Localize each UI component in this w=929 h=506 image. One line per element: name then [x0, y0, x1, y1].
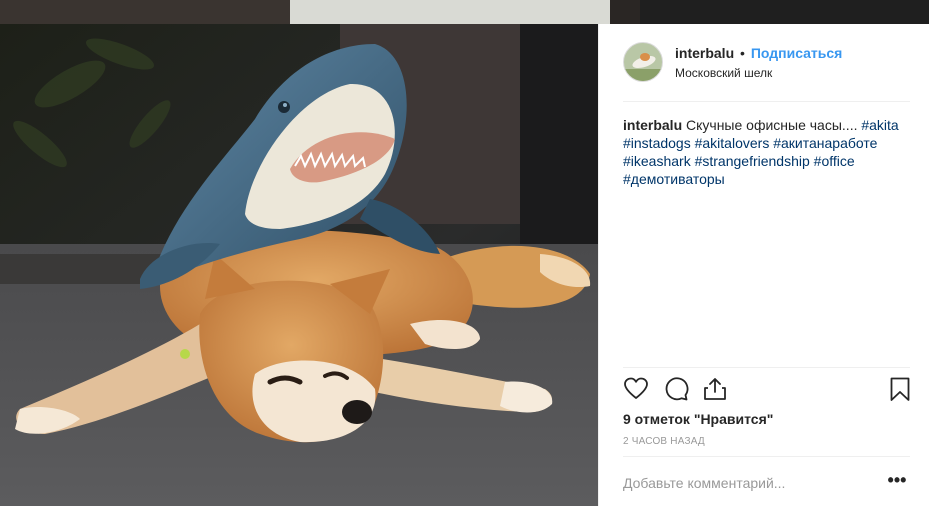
location-link[interactable]: Московский шелк	[675, 66, 772, 80]
feed-thumbnail	[290, 0, 610, 24]
likes-count[interactable]: 9 отметок "Нравится"	[623, 411, 773, 427]
share-icon	[704, 378, 726, 400]
header-line: interbalu • Подписаться	[675, 45, 842, 61]
share-button[interactable]	[702, 376, 728, 402]
feed-thumbnail	[0, 0, 290, 24]
post-photo	[0, 24, 598, 506]
comment-icon	[665, 377, 689, 401]
feed-top-strip	[0, 0, 929, 24]
hashtag-link[interactable]: #strangefriendship	[695, 153, 810, 169]
comment-button[interactable]	[663, 376, 689, 402]
avatar-background	[624, 69, 662, 81]
hashtag-link[interactable]: #демотиваторы	[623, 171, 725, 187]
hashtag-link[interactable]: #akitalovers	[695, 135, 770, 151]
username-link[interactable]: interbalu	[675, 45, 734, 61]
bookmark-icon	[890, 377, 910, 401]
heart-icon	[624, 377, 648, 399]
avatar-dog-head	[640, 53, 650, 61]
comment-bar: •••	[623, 456, 910, 506]
post-header: interbalu • Подписаться Московский шелк	[623, 42, 910, 102]
more-options-button[interactable]: •••	[885, 471, 909, 495]
post-dialog: interbalu • Подписаться Московский шелк …	[0, 24, 929, 506]
post-side-panel: interbalu • Подписаться Московский шелк …	[598, 24, 929, 506]
caption-username[interactable]: interbalu	[623, 117, 682, 133]
feed-thumbnail	[640, 0, 929, 24]
like-button[interactable]	[623, 376, 649, 402]
hashtag-link[interactable]: #акитанаработе	[773, 135, 877, 151]
post-timestamp[interactable]: 2 часов назад	[623, 436, 705, 447]
avatar[interactable]	[623, 42, 663, 82]
hashtag-link[interactable]: #office	[814, 153, 855, 169]
hashtag-link[interactable]: #akita	[861, 117, 898, 133]
hashtag-link[interactable]: #instadogs	[623, 135, 691, 151]
follow-button[interactable]: Подписаться	[751, 45, 843, 61]
comment-input[interactable]	[623, 471, 863, 495]
actions-divider	[623, 367, 910, 368]
post-caption: interbalu Скучные офисные часы.... #akit…	[623, 116, 903, 188]
save-button[interactable]	[887, 376, 913, 402]
caption-text: Скучные офисные часы....	[686, 117, 858, 133]
separator-dot: •	[740, 45, 745, 61]
hashtag-link[interactable]: #ikeashark	[623, 153, 691, 169]
akita-with-shark-photo	[0, 24, 598, 506]
